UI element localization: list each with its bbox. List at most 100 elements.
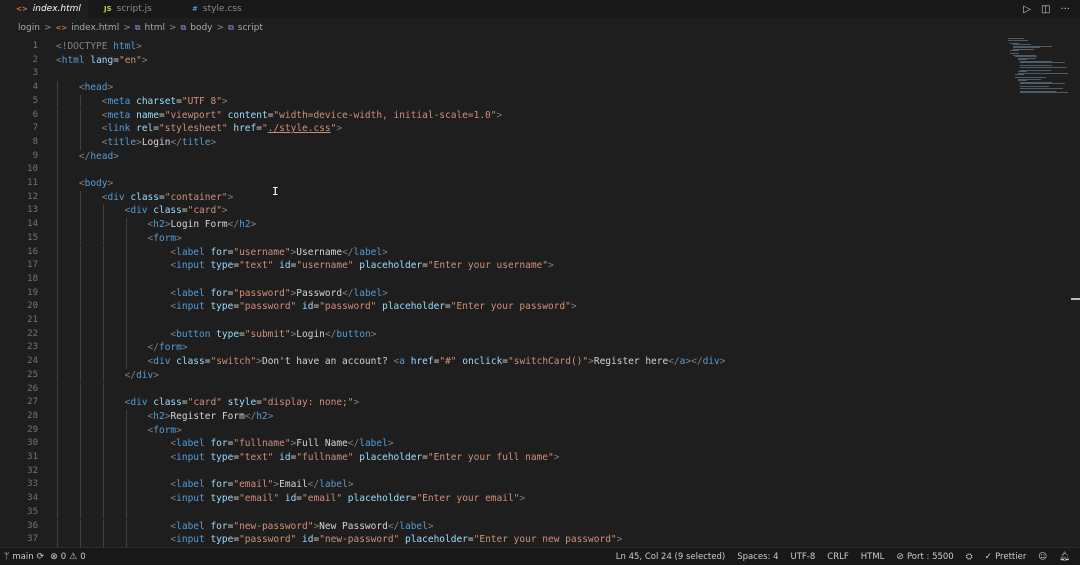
code-token: label	[176, 287, 205, 299]
code-token: >	[107, 82, 114, 94]
indent-guide	[125, 492, 127, 506]
code-line[interactable]: 23 </form>	[0, 341, 1000, 356]
code-line[interactable]: 3	[0, 67, 1000, 81]
indent-guide	[57, 245, 58, 260]
code-text: <input type="text" id="fullname" placeho…	[170, 451, 559, 465]
run-icon[interactable]: ▷	[1023, 4, 1031, 15]
code-line[interactable]: 11 <body>	[0, 177, 1000, 191]
code-line[interactable]: 4 <head>	[0, 81, 1000, 95]
indent-guide	[79, 533, 81, 547]
code-token: Register Form	[170, 410, 245, 422]
more-actions-icon[interactable]: ···	[1060, 4, 1070, 15]
code-text: </form>	[148, 341, 188, 355]
code-token: "username"	[233, 246, 291, 258]
code-line[interactable]: 8 <title>Login</title>	[0, 135, 1000, 150]
code-token: h2	[153, 219, 165, 231]
code-line[interactable]: 31 <input type="text" id="fullname" place…	[0, 451, 1000, 465]
code-line[interactable]: 18	[0, 272, 1000, 287]
live-server[interactable]: ⊘ Port : 5500	[896, 552, 953, 562]
code-token: for	[204, 479, 228, 491]
code-text: <meta name="viewport" content="width=dev…	[102, 109, 502, 123]
code-line[interactable]: 32	[0, 464, 1000, 479]
code-token: div	[130, 397, 148, 409]
code-line[interactable]: 30 <label for="fullname">Full Name</label…	[0, 437, 1000, 451]
code-line[interactable]: 27 <div class="card" style="display: none…	[0, 396, 1000, 410]
code-token: type	[204, 452, 234, 463]
code-line[interactable]: 15 <form>	[0, 231, 1000, 246]
code-line[interactable]: 9 </head>	[0, 149, 1000, 164]
code-token: "#"	[439, 356, 457, 368]
split-editor-icon[interactable]: ◫	[1041, 4, 1050, 15]
breadcrumb-folder[interactable]: login	[18, 23, 40, 33]
code-token: href	[405, 356, 434, 368]
indent-guide	[102, 259, 104, 273]
indent-guide	[57, 451, 58, 465]
code-line[interactable]: 36 <label for="new-password">New Password…	[0, 519, 1000, 534]
code-token: "Enter your password"	[450, 301, 571, 313]
branch-indicator[interactable]: ᛘ main ⟳	[4, 552, 44, 562]
tab-style-css[interactable]: # style.css	[176, 0, 266, 18]
end-of-line[interactable]: CRLF	[827, 552, 848, 562]
code-line[interactable]: 10	[0, 163, 1000, 177]
cursor-position[interactable]: Ln 45, Col 24 (9 selected)	[616, 552, 725, 562]
code-line[interactable]: 33 <label for="email">Email</label>	[0, 478, 1000, 493]
code-token: "stylesheet"	[159, 123, 228, 135]
prettier-indicator[interactable]: ✓ Prettier	[985, 552, 1027, 562]
code-line[interactable]: 2 <html lang="en">	[0, 54, 1000, 68]
code-line[interactable]: 37 <input type="password" id="new-passwor…	[0, 533, 1000, 547]
code-line[interactable]: 25 </div>	[0, 368, 1000, 383]
code-line[interactable]: 20 <input type="password" id="password" p…	[0, 300, 1000, 314]
code-token: title	[181, 136, 211, 148]
code-token: >	[353, 397, 360, 409]
indent-guide	[102, 218, 104, 232]
minimap[interactable]	[1004, 36, 1070, 96]
problems-indicator[interactable]: ⊗ 0 ⚠ 0	[50, 552, 85, 562]
code-line[interactable]: 12 <div class="container">	[0, 190, 1000, 205]
code-token: form	[153, 232, 177, 244]
code-line[interactable]: 34 <input type="email" id="email" placeho…	[0, 492, 1000, 506]
code-line[interactable]: 5 <meta charset="UTF 8">	[0, 94, 1000, 109]
code-token: label	[319, 479, 348, 491]
feedback-icon[interactable]: ☺	[1038, 552, 1047, 562]
code-line[interactable]: 13 <div class="card">	[0, 204, 1000, 219]
indent-guide	[57, 437, 58, 451]
code-line[interactable]: 22 <button type="submit">Login</button>	[0, 327, 1000, 342]
js-file-icon: JS	[104, 5, 112, 13]
language-mode[interactable]: HTML	[861, 552, 885, 562]
breadcrumb-body[interactable]: body	[190, 23, 212, 33]
indent-guide	[102, 409, 104, 424]
breadcrumb-script[interactable]: script	[238, 23, 263, 33]
breadcrumb-file[interactable]: index.html	[71, 23, 119, 33]
code-editor[interactable]: 1 <!DOCTYPE html> 2 <html lang="en"> 3 4 <head…	[0, 36, 1080, 547]
scrollbar-marker[interactable]	[1071, 298, 1080, 300]
code-line[interactable]: 29 <form>	[0, 423, 1000, 438]
tab-script-js[interactable]: JS script.js	[88, 0, 176, 18]
code-line[interactable]: 35	[0, 505, 1000, 520]
code-line[interactable]: 24 <div class="switch">Don't have an acco…	[0, 355, 1000, 369]
copilot-icon[interactable]: ⛭	[966, 552, 973, 562]
code-text: <div class="container">	[102, 191, 234, 205]
code-line[interactable]: 16 <label for="username">Username</label>	[0, 245, 1000, 260]
code-text: <label for="email">Email</label>	[170, 478, 353, 492]
bell-icon[interactable]: 🔔︎	[1059, 552, 1070, 562]
code-line[interactable]: 21	[0, 314, 1000, 328]
encoding[interactable]: UTF-8	[791, 552, 816, 562]
indentation[interactable]: Spaces: 4	[737, 552, 778, 562]
code-line[interactable]: 14 <h2>Login Form</h2>	[0, 218, 1000, 232]
code-token: "email"	[302, 493, 343, 505]
indent-guide	[102, 382, 104, 397]
code-line[interactable]: 28 <h2>Register Form</h2>	[0, 409, 1000, 424]
code-line[interactable]: 1 <!DOCTYPE html>	[0, 40, 1000, 54]
code-token: placeholder	[376, 301, 446, 313]
code-line[interactable]: 19 <label for="password">Password</label>	[0, 286, 1000, 301]
indent-guide	[79, 478, 81, 493]
code-line[interactable]: 6 <meta name="viewport" content="width=de…	[0, 108, 1000, 123]
code-token: "password"	[233, 287, 291, 299]
breadcrumb-html[interactable]: html	[144, 23, 165, 33]
code-line[interactable]: 26	[0, 382, 1000, 397]
tab-index-html[interactable]: <> index.html ✕	[0, 0, 97, 18]
code-line[interactable]: 17 <input type="text" id="username" place…	[0, 259, 1000, 273]
sync-icon[interactable]: ⟳	[37, 552, 45, 562]
code-token: >	[210, 136, 217, 148]
code-line[interactable]: 7 <link rel="stylesheet" href="./style.cs…	[0, 122, 1000, 136]
